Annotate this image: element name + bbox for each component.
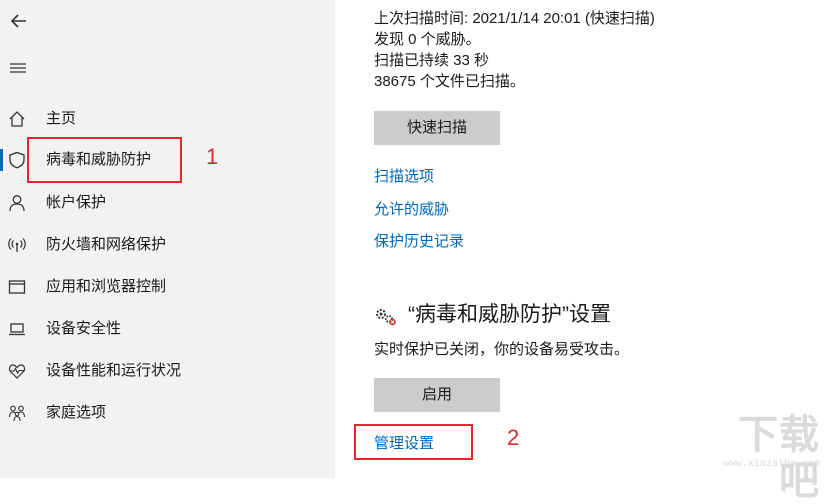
sidebar-item-firewall[interactable]: 防火墙和网络保护 (0, 225, 335, 265)
sidebar-item-label: 设备安全性 (46, 320, 122, 337)
laptop-icon (8, 320, 26, 338)
sidebar-item-label: 应用和浏览器控制 (46, 278, 167, 295)
sidebar-item-label: 设备性能和运行状况 (46, 362, 182, 379)
hamburger-menu-button[interactable] (6, 56, 32, 80)
home-icon (8, 110, 26, 128)
gear-warning-icon (374, 306, 398, 328)
person-icon (8, 194, 26, 212)
antenna-icon (8, 236, 26, 254)
watermark-url: www.xiazaiba.com (723, 458, 820, 469)
annotation-number-2: 2 (507, 425, 520, 450)
main-content: 上次扫描时间: 2021/1/14 20:01 (快速扫描) 发现 0 个威胁。… (335, 0, 828, 478)
sidebar-item-label: 家庭选项 (46, 404, 107, 421)
sidebar-item-device-performance[interactable]: 设备性能和运行状况 (0, 351, 335, 391)
sidebar-item-label: 主页 (46, 110, 77, 127)
realtime-protection-warning: 实时保护已关闭，你的设备易受攻击。 (374, 341, 630, 358)
sidebar-item-label: 防火墙和网络保护 (46, 236, 167, 253)
sidebar: 主页 病毒和威胁防护 帐户保护 防火墙和网络保护 应用和浏览器控制 设备安全性 … (0, 0, 335, 478)
hamburger-icon (6, 56, 32, 80)
sidebar-item-family-options[interactable]: 家庭选项 (0, 393, 335, 433)
scan-options-link[interactable]: 扫描选项 (374, 168, 434, 186)
quick-scan-button[interactable]: 快速扫描 (374, 111, 500, 145)
back-button[interactable] (6, 8, 32, 34)
allowed-threats-link[interactable]: 允许的威胁 (374, 201, 449, 219)
family-icon (8, 404, 26, 422)
sidebar-item-home[interactable]: 主页 (0, 99, 335, 139)
enable-button[interactable]: 启用 (374, 378, 500, 412)
sidebar-item-app-browser-control[interactable]: 应用和浏览器控制 (0, 267, 335, 307)
files-scanned-text: 38675 个文件已扫描。 (374, 73, 525, 90)
sidebar-item-account-protection[interactable]: 帐户保护 (0, 183, 335, 223)
annotation-number-1: 1 (206, 144, 219, 169)
scan-duration-text: 扫描已持续 33 秒 (374, 52, 490, 69)
heart-pulse-icon (8, 362, 26, 380)
sidebar-item-label: 帐户保护 (46, 194, 107, 211)
shield-icon (8, 151, 26, 169)
annotation-box-1 (27, 137, 182, 183)
arrow-left-icon (6, 8, 32, 34)
annotation-box-2 (354, 424, 473, 460)
settings-section-title: “病毒和威胁防护”设置 (408, 303, 611, 326)
last-scan-text: 上次扫描时间: 2021/1/14 20:01 (快速扫描) (374, 10, 655, 27)
watermark-logo: 下载吧 www.xiazaiba.com (704, 412, 820, 503)
protection-history-link[interactable]: 保护历史记录 (374, 233, 464, 251)
browser-window-icon (8, 278, 26, 296)
sidebar-item-device-security[interactable]: 设备安全性 (0, 309, 335, 349)
threats-found-text: 发现 0 个威胁。 (374, 31, 481, 48)
